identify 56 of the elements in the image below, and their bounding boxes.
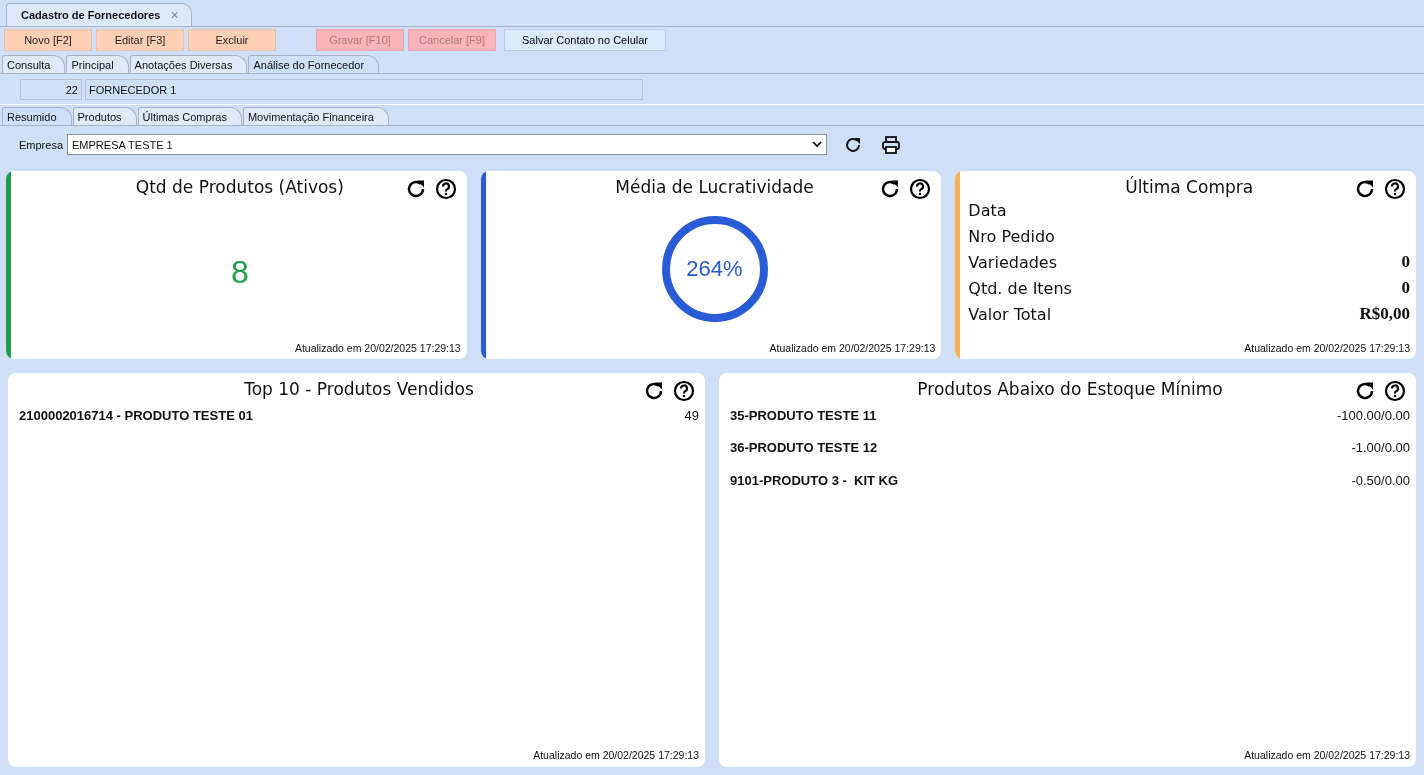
detail-label: Data — [968, 200, 1007, 220]
tab[interactable]: Resumido — [2, 107, 72, 125]
product-quantity: -0.50/0.00 — [1351, 473, 1410, 488]
chevron-down-icon[interactable] — [812, 141, 823, 148]
tab[interactable]: Movimentação Financeira — [242, 107, 389, 125]
tab[interactable]: Últimas Compras — [137, 107, 242, 125]
company-dropdown[interactable]: EMPRESA TESTE 1 — [67, 134, 828, 155]
updated-timestamp: Atualizado em 20/02/2025 17:29:13 — [768, 342, 936, 354]
help-icon[interactable] — [1384, 178, 1406, 200]
refresh-icon[interactable] — [1354, 178, 1376, 200]
tab[interactable]: Anotações Diversas — [129, 55, 248, 73]
card-title: Média de Lucratividade — [615, 177, 814, 197]
product-quantity: -1.00/0.00 — [1351, 440, 1410, 455]
document-tab-title: Cadastro de Fornecedores — [21, 9, 161, 21]
toolbar-button[interactable]: Salvar Contato no Celular — [504, 29, 666, 51]
card-title: Qtd de Produtos (Ativos) — [135, 177, 344, 197]
tab[interactable]: Consulta — [2, 55, 66, 73]
document-tab[interactable]: Cadastro de Fornecedores × — [6, 3, 192, 26]
help-icon[interactable] — [909, 178, 932, 200]
product-count: 8 — [230, 254, 249, 291]
code-field[interactable]: 22 — [20, 79, 82, 100]
detail-label: Variedades — [968, 252, 1057, 272]
updated-timestamp: Atualizado em 20/02/2025 17:29:13 — [1243, 749, 1410, 761]
toolbar-button[interactable]: Editar [F3] — [96, 29, 184, 51]
help-icon[interactable] — [673, 380, 695, 402]
toolbar-button[interactable]: Novo [F2] — [4, 29, 92, 51]
name-field[interactable]: FORNECEDOR 1 — [85, 79, 643, 100]
field-label: Empresa — [19, 138, 64, 151]
card-title: Produtos Abaixo do Estoque Mínimo — [917, 379, 1223, 399]
refresh-icon[interactable] — [643, 380, 665, 402]
detail-label: Valor Total — [968, 304, 1052, 324]
updated-timestamp: Atualizado em 20/02/2025 17:29:13 — [1243, 342, 1410, 354]
product-quantity: -100.00/0.00 — [1337, 407, 1410, 423]
detail-value: 0 — [1401, 278, 1410, 298]
product-quantity: 49 — [684, 407, 699, 423]
toolbar-button[interactable]: Excluir — [188, 29, 276, 51]
card-title: Última Compra — [1125, 177, 1254, 197]
detail-label: Nro Pedido — [968, 226, 1055, 246]
detail-label: Qtd. de Itens — [968, 278, 1072, 298]
refresh-icon[interactable] — [1354, 380, 1376, 402]
print-icon[interactable] — [881, 134, 902, 155]
help-icon[interactable] — [434, 178, 457, 200]
tab[interactable]: Principal — [66, 55, 129, 73]
card-title: Top 10 - Produtos Vendidos — [244, 379, 474, 399]
help-icon[interactable] — [1384, 380, 1406, 402]
product-name: 35-PRODUTO TESTE 11 — [730, 407, 877, 423]
detail-value: R$0,00 — [1359, 304, 1410, 324]
product-name: 9101-PRODUTO 3 - KIT KG — [730, 473, 899, 488]
detail-value: 0 — [1401, 252, 1410, 272]
product-name: 2100002016714 - PRODUTO TESTE 01 — [19, 407, 253, 423]
updated-timestamp: Atualizado em 20/02/2025 17:29:13 — [293, 342, 461, 354]
tab[interactable]: Análise do Fornecedor — [248, 55, 380, 73]
updated-timestamp: Atualizado em 20/02/2025 17:29:13 — [532, 749, 699, 761]
tab[interactable]: Produtos — [72, 107, 137, 125]
product-name: 36-PRODUTO TESTE 12 — [730, 440, 878, 455]
profit-ring: 264% — [661, 215, 768, 322]
